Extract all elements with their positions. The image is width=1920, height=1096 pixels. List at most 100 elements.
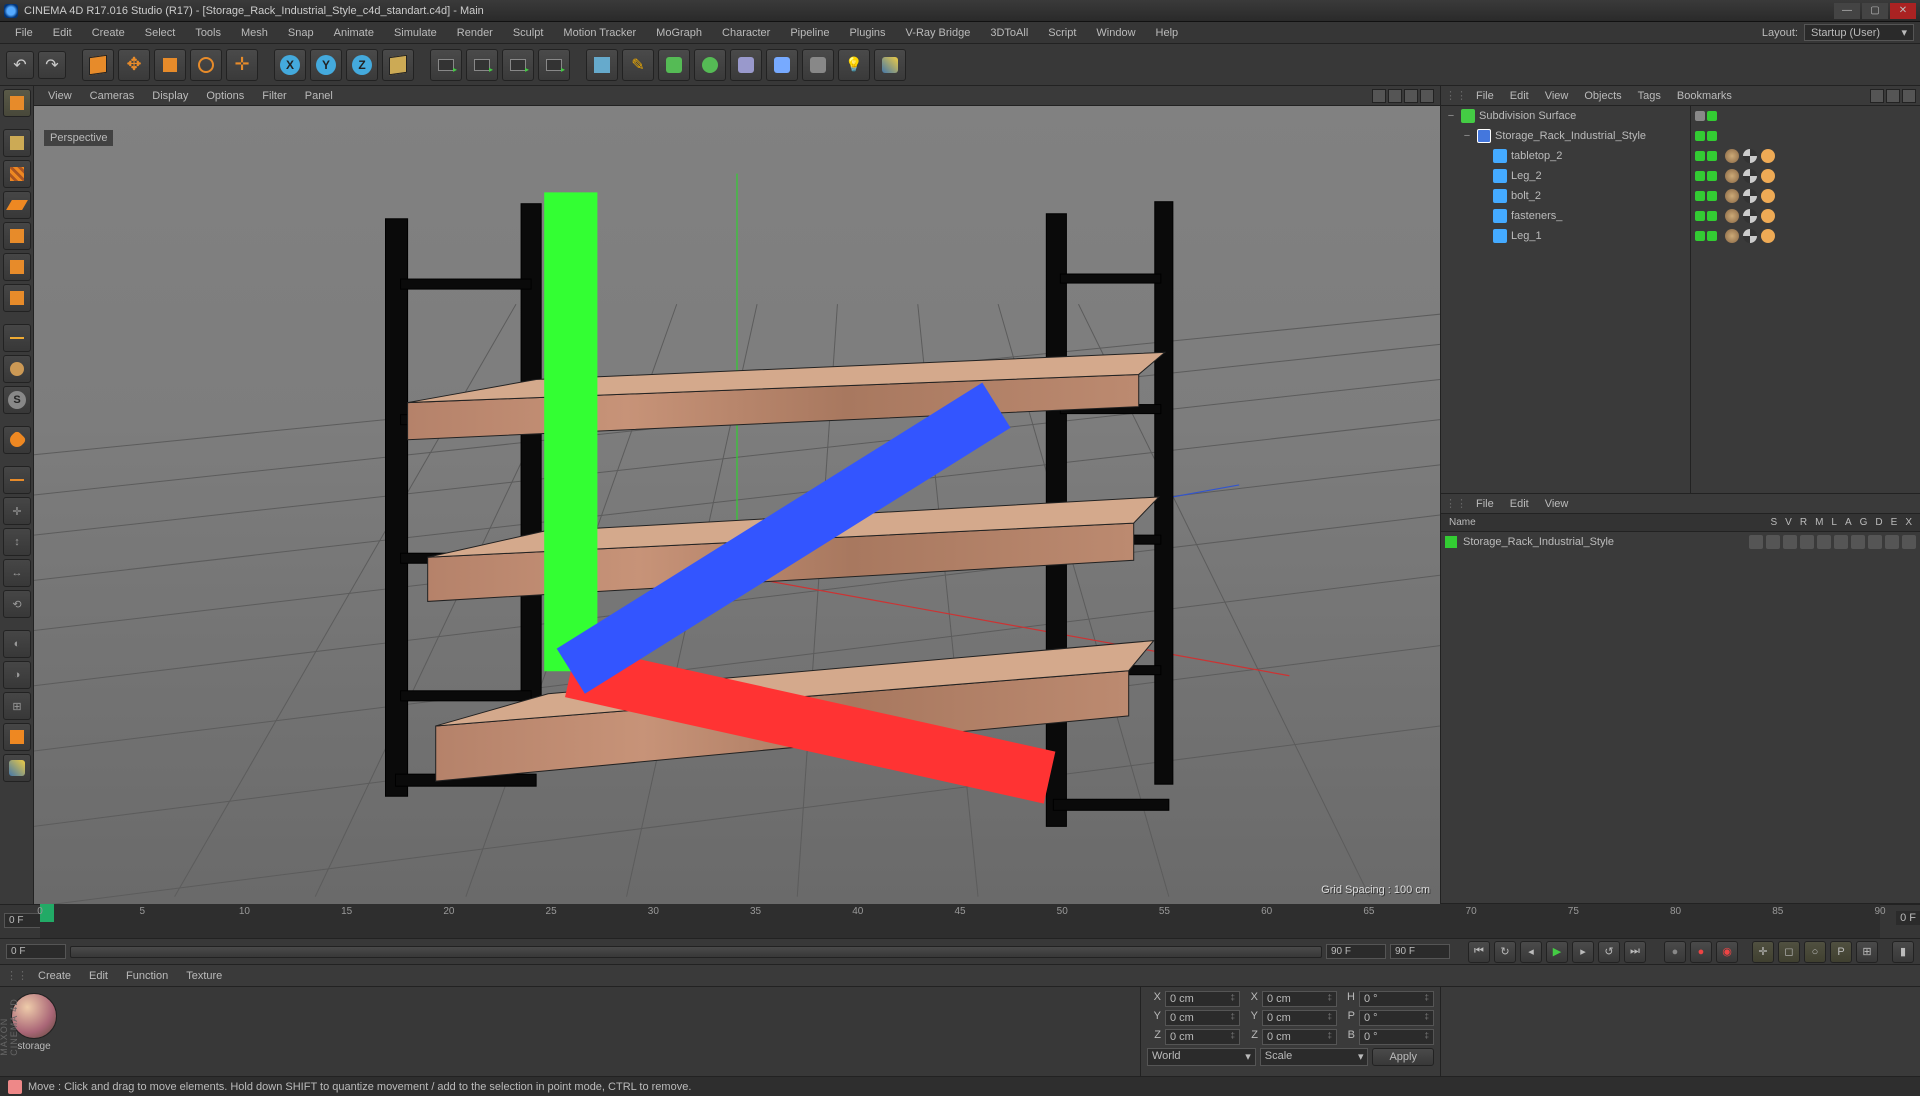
- goto-start-button[interactable]: ⏮: [1468, 941, 1490, 963]
- play-fwd-button[interactable]: ↺: [1598, 941, 1620, 963]
- obj-menu-tags[interactable]: Tags: [1631, 88, 1668, 104]
- layer-color-swatch[interactable]: [1445, 536, 1457, 548]
- layer-hdr-a[interactable]: A: [1841, 517, 1856, 528]
- tex-tag-icon[interactable]: [1725, 169, 1739, 183]
- rot-b-field[interactable]: 0 °‡: [1359, 1029, 1434, 1045]
- vp-btn-1[interactable]: [1372, 89, 1386, 103]
- layer-lock-icon[interactable]: [1817, 535, 1831, 549]
- layer-hdr-d[interactable]: D: [1871, 517, 1886, 528]
- tex-tag-icon[interactable]: [1725, 149, 1739, 163]
- viewport[interactable]: Perspective: [34, 106, 1440, 904]
- mat-menu-function[interactable]: Function: [118, 968, 176, 984]
- layer-menu-view[interactable]: View: [1538, 496, 1576, 512]
- menu-plugins[interactable]: Plugins: [840, 25, 894, 41]
- vis-dot[interactable]: [1707, 211, 1717, 221]
- add-deformer-button[interactable]: [730, 49, 762, 81]
- vis-dot[interactable]: [1695, 151, 1705, 161]
- vis-dot[interactable]: [1695, 111, 1705, 121]
- goto-end-button[interactable]: ⏭: [1624, 941, 1646, 963]
- object-mode-button[interactable]: [3, 129, 31, 157]
- add-nurbs-button[interactable]: [658, 49, 690, 81]
- uvw-tag-icon[interactable]: [1743, 209, 1757, 223]
- menu-snap[interactable]: Snap: [279, 25, 323, 41]
- menu-character[interactable]: Character: [713, 25, 779, 41]
- obj-menu-view[interactable]: View: [1538, 88, 1576, 104]
- kf-scl-button[interactable]: ◻: [1778, 941, 1800, 963]
- rotate-button[interactable]: [190, 49, 222, 81]
- misc-tool-5[interactable]: [3, 754, 31, 782]
- undo-button[interactable]: [6, 51, 34, 79]
- kf-extra-button[interactable]: ▮: [1892, 941, 1914, 963]
- add-pen-button[interactable]: [622, 49, 654, 81]
- vis-dot[interactable]: [1707, 151, 1717, 161]
- layer-hdr-v[interactable]: V: [1781, 517, 1796, 528]
- z-axis-button[interactable]: Z: [346, 49, 378, 81]
- vp-btn-2[interactable]: [1388, 89, 1402, 103]
- mat-menu-create[interactable]: Create: [30, 968, 79, 984]
- apply-button[interactable]: Apply: [1372, 1048, 1434, 1066]
- vis-dot[interactable]: [1707, 171, 1717, 181]
- menu-script[interactable]: Script: [1039, 25, 1085, 41]
- timeline-ruler[interactable]: 051015202530354045505560657075808590: [40, 904, 1880, 938]
- expand-icon[interactable]: −: [1445, 110, 1457, 122]
- size-z-field[interactable]: 0 cm‡: [1262, 1029, 1337, 1045]
- expand-icon[interactable]: −: [1461, 130, 1473, 142]
- coord-sys-select[interactable]: World▾: [1147, 1048, 1256, 1066]
- layer-hdr-g[interactable]: G: [1856, 517, 1872, 528]
- obj-row-storage_rack_industrial_style[interactable]: −Storage_Rack_Industrial_Style: [1441, 126, 1690, 146]
- kf-pos-button[interactable]: ✛: [1752, 941, 1774, 963]
- menu-mograph[interactable]: MoGraph: [647, 25, 711, 41]
- record-button[interactable]: ●: [1664, 941, 1686, 963]
- render-view-button[interactable]: [430, 49, 462, 81]
- place-button[interactable]: [226, 49, 258, 81]
- model-mode-button[interactable]: [3, 89, 31, 117]
- pos-y-field[interactable]: 0 cm‡: [1165, 1010, 1240, 1026]
- obj-row-subdivision surface[interactable]: −Subdivision Surface: [1441, 106, 1690, 126]
- uvw-tag-icon[interactable]: [1743, 169, 1757, 183]
- scale-button[interactable]: [154, 49, 186, 81]
- object-tags-col[interactable]: [1690, 106, 1920, 493]
- kf-opt-button[interactable]: ⊞: [1856, 941, 1878, 963]
- layer-menu-edit[interactable]: Edit: [1503, 496, 1536, 512]
- obj-row-tabletop_2[interactable]: tabletop_2: [1441, 146, 1690, 166]
- planar-wp-button[interactable]: ✛: [3, 497, 31, 525]
- axis-mode-button[interactable]: [3, 324, 31, 352]
- add-env-button[interactable]: [766, 49, 798, 81]
- autokey-button[interactable]: ●: [1690, 941, 1712, 963]
- layer-row[interactable]: Storage_Rack_Industrial_Style: [1441, 532, 1920, 552]
- vp-btn-3[interactable]: [1404, 89, 1418, 103]
- tweak-button[interactable]: [3, 355, 31, 383]
- uvw-tag-icon[interactable]: [1743, 229, 1757, 243]
- menu-window[interactable]: Window: [1087, 25, 1144, 41]
- vp-menu-cameras[interactable]: Cameras: [82, 88, 143, 104]
- script-button[interactable]: [874, 49, 906, 81]
- obj-menu-bookmarks[interactable]: Bookmarks: [1670, 88, 1739, 104]
- misc-tool-3[interactable]: ⊞: [3, 692, 31, 720]
- add-generator-button[interactable]: [694, 49, 726, 81]
- workplane-button[interactable]: [3, 191, 31, 219]
- vp-menu-filter[interactable]: Filter: [254, 88, 294, 104]
- om-btn-1[interactable]: [1870, 89, 1884, 103]
- menu-animate[interactable]: Animate: [325, 25, 383, 41]
- layer-gen-icon[interactable]: [1851, 535, 1865, 549]
- obj-row-leg_2[interactable]: Leg_2: [1441, 166, 1690, 186]
- tex-tag-icon[interactable]: [1725, 229, 1739, 243]
- menu-vraybridge[interactable]: V-Ray Bridge: [897, 25, 980, 41]
- obj-row-leg_1[interactable]: Leg_1: [1441, 226, 1690, 246]
- layer-hdr-e[interactable]: E: [1887, 517, 1902, 528]
- phg-tag-icon[interactable]: [1761, 189, 1775, 203]
- vis-dot[interactable]: [1695, 131, 1705, 141]
- locked-workplane-button[interactable]: [3, 466, 31, 494]
- wp-x-button[interactable]: ↕: [3, 528, 31, 556]
- vis-dot[interactable]: [1695, 191, 1705, 201]
- menu-file[interactable]: File: [6, 25, 42, 41]
- layer-mgr-icon[interactable]: [1800, 535, 1814, 549]
- layer-hdr-x[interactable]: X: [1901, 517, 1916, 528]
- coord-sys-button[interactable]: [382, 49, 414, 81]
- menu-tools[interactable]: Tools: [186, 25, 230, 41]
- wp-z-button[interactable]: ⟲: [3, 590, 31, 618]
- texture-mode-button[interactable]: [3, 160, 31, 188]
- uvw-tag-icon[interactable]: [1743, 149, 1757, 163]
- layer-solo-icon[interactable]: [1749, 535, 1763, 549]
- vp-btn-4[interactable]: [1420, 89, 1434, 103]
